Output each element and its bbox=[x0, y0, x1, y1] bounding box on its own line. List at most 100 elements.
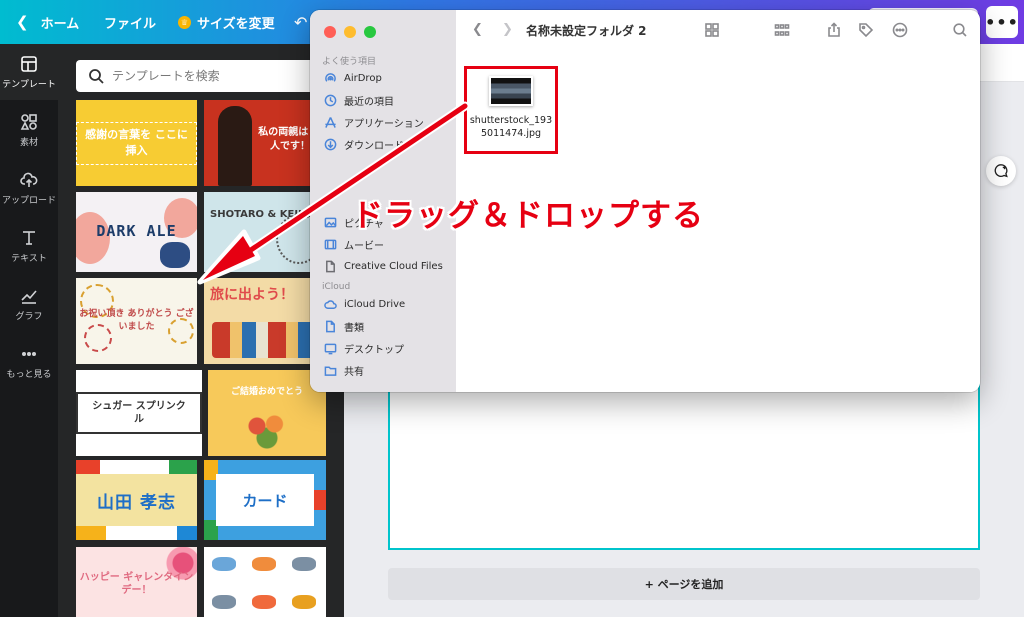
side-rail: テンプレート 素材 アップロード テキスト グラフ もっと見る bbox=[0, 44, 58, 617]
ellipsis-icon: ••• bbox=[985, 12, 1019, 32]
finder-search-button[interactable] bbox=[952, 22, 968, 42]
hero-silhouette bbox=[218, 106, 252, 186]
elements-icon bbox=[20, 113, 37, 130]
favorites-header: よく使う項目 bbox=[322, 57, 377, 67]
rail-item-elements[interactable]: 素材 bbox=[0, 102, 58, 158]
template-thumbnail[interactable]: 山田 孝志 bbox=[76, 460, 197, 540]
zoom-window-button[interactable] bbox=[364, 26, 376, 38]
rail-item-templates[interactable]: テンプレート bbox=[0, 44, 58, 100]
sidebar-item-recents[interactable]: 最近の項目 bbox=[324, 90, 452, 110]
rail-item-charts[interactable]: グラフ bbox=[0, 276, 58, 332]
file-menu-button[interactable]: ファイル bbox=[104, 0, 156, 44]
sidebar-item-airdrop[interactable]: AirDrop bbox=[324, 68, 452, 88]
add-comment-button[interactable] bbox=[986, 156, 1016, 186]
template-thumbnail[interactable]: SHOTARO & KEIKO bbox=[204, 192, 326, 272]
template-thumbnail[interactable]: 感謝の言葉を ここに挿入 bbox=[76, 100, 197, 186]
minimize-window-button[interactable] bbox=[344, 26, 356, 38]
rail-item-uploads[interactable]: アップロード bbox=[0, 160, 58, 216]
sidebar-item-label: Creative Cloud Files bbox=[344, 260, 443, 272]
forward-button[interactable]: ❯ bbox=[502, 22, 513, 37]
pictures-icon bbox=[324, 217, 337, 227]
search-icon bbox=[953, 23, 967, 37]
template-text: カード bbox=[216, 474, 314, 526]
undo-icon[interactable]: ↶ bbox=[294, 0, 307, 44]
sidebar-item-icloud-drive[interactable]: iCloud Drive bbox=[324, 294, 452, 314]
template-thumbnail[interactable] bbox=[204, 547, 326, 617]
sidebar-item-movies[interactable]: ムービー bbox=[324, 234, 452, 254]
sidebar-item-documents[interactable]: 書類 bbox=[324, 316, 452, 336]
crown-icon: ♕ bbox=[178, 15, 191, 29]
group-button[interactable] bbox=[774, 22, 790, 42]
more-options-button[interactable]: ••• bbox=[985, 6, 1019, 38]
template-thumbnail[interactable]: カード bbox=[204, 460, 326, 540]
template-thumbnail[interactable]: シュガー スプリンクル bbox=[76, 370, 202, 456]
sidebar-item-label: AirDrop bbox=[344, 72, 382, 84]
file-name: shutterstock_1935011474.jpg bbox=[469, 115, 553, 139]
home-button[interactable]: ❮ ホーム bbox=[16, 0, 79, 44]
chevron-left-icon: ❮ bbox=[472, 22, 483, 37]
ellipsis-circle-icon bbox=[892, 22, 908, 38]
finder-toolbar: ❮ ❯ 名称未設定フォルダ 2 bbox=[456, 10, 980, 50]
tag-button[interactable] bbox=[858, 22, 874, 42]
template-text: 山田 孝志 bbox=[97, 492, 176, 513]
rail-label: もっと見る bbox=[6, 369, 52, 380]
lego-block bbox=[312, 490, 326, 510]
close-window-button[interactable] bbox=[324, 26, 336, 38]
movies-icon bbox=[324, 239, 337, 249]
template-text: 感謝の言葉を ここに挿入 bbox=[76, 121, 197, 165]
template-search bbox=[76, 60, 316, 92]
file-item[interactable]: shutterstock_1935011474.jpg bbox=[464, 66, 558, 154]
template-search-input[interactable] bbox=[112, 60, 312, 92]
window-controls bbox=[324, 26, 376, 38]
upload-icon bbox=[20, 172, 38, 187]
sidebar-item-creative-cloud[interactable]: Creative Cloud Files bbox=[324, 256, 452, 276]
template-thumbnail[interactable]: 私の両親は 超人です！ bbox=[204, 100, 326, 186]
home-label: ホーム bbox=[40, 16, 80, 32]
search-icon bbox=[89, 69, 104, 84]
grid-view-icon bbox=[705, 23, 719, 37]
resize-label: サイズを変更 bbox=[197, 16, 275, 32]
sea-creature-illustration bbox=[212, 557, 236, 571]
share-icon bbox=[828, 22, 840, 37]
more-icon bbox=[21, 351, 37, 356]
shared-folder-icon bbox=[324, 366, 337, 376]
sidebar-item-shared[interactable]: 共有 bbox=[324, 360, 452, 380]
bouquet-illustration bbox=[242, 410, 292, 450]
template-thumbnail[interactable]: ご結婚おめでとう bbox=[208, 370, 326, 456]
rail-item-text[interactable]: テキスト bbox=[0, 218, 58, 274]
sidebar-item-label: 最近の項目 bbox=[344, 96, 394, 108]
template-thumbnail[interactable]: 旅に出よう！ bbox=[204, 278, 326, 364]
template-text: ハッピー ギャレンタイン デー！ bbox=[79, 571, 194, 597]
template-thumbnail[interactable]: DARK ALE bbox=[76, 192, 197, 272]
back-button[interactable]: ❮ bbox=[472, 22, 483, 37]
template-thumbnail[interactable]: お祝い頂き ありがとう ございました bbox=[76, 278, 197, 364]
sidebar-item-applications[interactable]: アプリケーション bbox=[324, 112, 452, 132]
template-text: 旅に出よう！ bbox=[210, 287, 294, 303]
decorative-blob bbox=[160, 242, 190, 268]
lego-block bbox=[76, 460, 100, 474]
folder-title: 名称未設定フォルダ 2 bbox=[526, 24, 647, 38]
template-text: シュガー スプリンクル bbox=[76, 392, 202, 434]
template-thumbnail[interactable]: ハッピー ギャレンタイン デー！ bbox=[76, 547, 197, 617]
sidebar-item-label: ムービー bbox=[344, 240, 384, 252]
share-file-button[interactable] bbox=[826, 22, 842, 42]
sea-creature-illustration bbox=[252, 595, 276, 609]
rail-label: テンプレート bbox=[2, 79, 56, 90]
sidebar-item-label: アプリケーション bbox=[344, 118, 424, 130]
view-mode-button[interactable] bbox=[704, 22, 720, 42]
action-menu-button[interactable] bbox=[892, 22, 908, 42]
sidebar-item-desktop[interactable]: デスクトップ bbox=[324, 338, 452, 358]
rail-item-more[interactable]: もっと見る bbox=[0, 334, 58, 390]
sea-creature-illustration bbox=[292, 557, 316, 571]
applications-icon bbox=[325, 116, 336, 128]
lego-block bbox=[169, 460, 197, 474]
lego-block bbox=[76, 526, 106, 540]
rail-label: アップロード bbox=[1, 195, 56, 206]
lego-block bbox=[177, 526, 197, 540]
chevron-left-icon: ❮ bbox=[16, 13, 29, 31]
resize-button[interactable]: ♕ サイズを変更 bbox=[178, 0, 275, 44]
add-page-button[interactable]: + ページを追加 bbox=[388, 568, 980, 600]
sea-creature-illustration bbox=[292, 595, 316, 609]
sidebar-item-downloads[interactable]: ダウンロード bbox=[324, 134, 452, 154]
chevron-right-icon: ❯ bbox=[502, 22, 513, 37]
